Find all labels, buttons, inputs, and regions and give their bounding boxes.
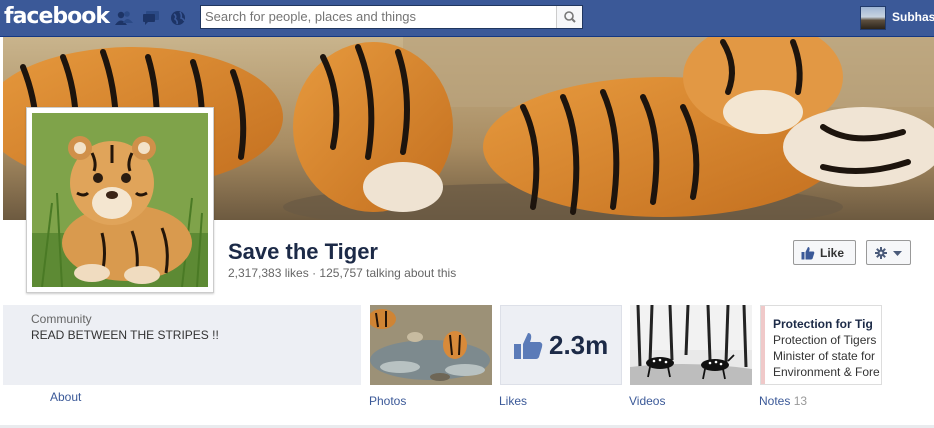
notes-preview-line: Protection of Tigers — [773, 333, 877, 347]
videos-thumbnail — [630, 305, 752, 385]
likes-tile-count: 2.3m — [549, 330, 609, 360]
photos-link[interactable]: Photos — [369, 394, 406, 408]
friend-requests-icon[interactable] — [115, 10, 133, 26]
page-settings-button[interactable] — [866, 240, 911, 265]
about-link[interactable]: About — [50, 390, 81, 404]
stats-separator: · — [312, 266, 317, 280]
notifications-globe-icon[interactable] — [169, 10, 187, 26]
chevron-down-icon — [893, 251, 902, 256]
user-avatar — [860, 6, 886, 30]
page-stats: 2,317,383 likes · 125,757 talking about … — [228, 266, 456, 280]
search-icon — [564, 11, 576, 23]
tiger-cub-image — [32, 113, 208, 287]
notes-count: 13 — [793, 394, 808, 408]
user-name: Subhas — [892, 10, 934, 24]
search-input[interactable] — [205, 9, 545, 24]
notes-link[interactable]: Notes 13 — [759, 394, 807, 408]
videos-link[interactable]: Videos — [629, 394, 665, 408]
thumbs-up-icon — [801, 247, 815, 260]
notes-margin-line — [761, 306, 765, 384]
page-title[interactable]: Save the Tiger — [228, 239, 378, 265]
notes-preview-line: Minister of state for — [773, 349, 876, 363]
like-button[interactable]: Like — [793, 240, 856, 265]
notes-preview-title: Protection for Tig — [773, 317, 873, 331]
talking-about-count[interactable]: 125,757 talking about this — [319, 266, 456, 280]
profile-picture[interactable] — [26, 107, 214, 293]
search-button[interactable] — [556, 6, 582, 28]
likes-app-tile[interactable]: 2.3m — [500, 305, 622, 385]
photos-thumbnail — [370, 305, 492, 385]
likes-count: 2,317,383 likes — [228, 266, 309, 280]
search-box — [200, 5, 583, 29]
page-category: Community — [31, 312, 92, 326]
gear-icon — [875, 247, 887, 259]
facebook-logo[interactable]: facebook — [4, 4, 110, 29]
page-description: READ BETWEEN THE STRIPES !! — [31, 328, 219, 342]
notes-app-tile[interactable]: Protection for Tig Protection of Tigers … — [760, 305, 882, 385]
like-button-label: Like — [820, 246, 845, 260]
thumbs-up-icon — [514, 333, 543, 359]
notes-preview-line: Environment & Fore — [773, 365, 880, 379]
top-navigation-bar: facebook Subhas — [0, 0, 934, 37]
likes-link[interactable]: Likes — [499, 394, 527, 408]
videos-app-tile[interactable] — [630, 305, 752, 385]
photos-app-tile[interactable] — [370, 305, 492, 385]
messages-icon[interactable] — [142, 10, 160, 26]
notes-link-label: Notes — [759, 394, 791, 408]
